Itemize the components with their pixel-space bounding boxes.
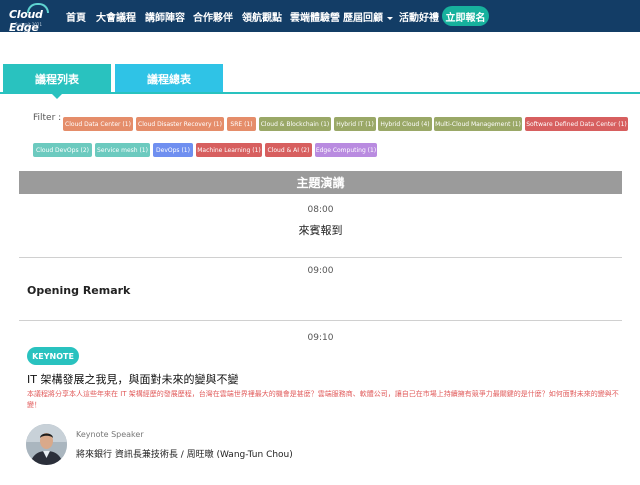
- logo-text: Cloud Edge: [9, 8, 43, 34]
- speaker-photo-icon: [26, 424, 67, 465]
- tab-session-summary[interactable]: 議程總表: [115, 64, 223, 93]
- nav-item-cloud-camp[interactable]: 雲端體驗營: [290, 9, 340, 24]
- speaker-name: 將來銀行 資訊長兼技術長 / 周旺暾 (Wang-Tun Chou): [76, 450, 293, 460]
- nav-item-insights[interactable]: 領航觀點: [242, 9, 282, 24]
- talk-title[interactable]: IT 架構發展之我見，與面對未來的變與不變: [27, 371, 238, 387]
- session-time: 08:00: [307, 205, 334, 215]
- filter-chip[interactable]: Service mesh (1): [95, 143, 150, 157]
- logo[interactable]: Cloud Edge Summit 2021: [9, 3, 57, 34]
- filter-chip[interactable]: Cloud & Blockchain (1): [259, 117, 331, 131]
- top-navbar: Cloud Edge Summit 2021 首頁 大會議程 講師陣容 合作夥伴…: [0, 0, 640, 34]
- filter-chip[interactable]: Hybrid IT (1): [334, 117, 376, 131]
- filter-chip[interactable]: Cloud & AI (2): [265, 143, 312, 157]
- filter-chip[interactable]: SRE (1): [227, 117, 256, 131]
- filter-chip[interactable]: Machine Learning (1): [196, 143, 262, 157]
- filter-chip[interactable]: Cloud DevOps (2): [33, 143, 92, 157]
- keynote-badge: KEYNOTE: [27, 347, 79, 365]
- session-title: Opening Remark: [27, 284, 131, 297]
- session-time: 09:10: [307, 333, 334, 343]
- tab-session-list[interactable]: 議程列表: [3, 64, 111, 99]
- talk-description: 本議程將分享本人這些年來在 IT 架構經歷的發展歷程，台灣在雲端世界裡最大的機會…: [27, 390, 619, 409]
- nav-item-agenda[interactable]: 大會議程: [96, 9, 136, 24]
- filter-chip[interactable]: DevOps (1): [153, 143, 193, 157]
- session-divider: [19, 257, 622, 258]
- nav-item-partners[interactable]: 合作夥伴: [193, 9, 233, 24]
- speaker-role: Keynote Speaker: [76, 430, 144, 439]
- filter-label: Filter :: [33, 113, 62, 123]
- tab-underline: [0, 92, 640, 94]
- filter-chip[interactable]: Software Defined Data Center (1): [525, 117, 628, 131]
- nav-item-gifts[interactable]: 活動好禮: [399, 9, 439, 24]
- session-divider: [19, 320, 622, 321]
- nav-item-speakers[interactable]: 講師陣容: [145, 9, 185, 24]
- logo-subtext: Summit 2021: [15, 22, 42, 27]
- register-button[interactable]: 立即報名: [442, 6, 489, 26]
- section-header: 主題演講: [19, 171, 622, 194]
- session-time: 09:00: [307, 266, 334, 276]
- filter-chip[interactable]: Edge Computing (1): [315, 143, 377, 157]
- nav-item-past-events[interactable]: 歷屆回顧: [343, 9, 393, 24]
- filter-chip[interactable]: Hybrid Cloud (4): [378, 117, 432, 131]
- caret-down-icon: [387, 16, 393, 20]
- filter-chip[interactable]: Multi-Cloud Management (1): [434, 117, 522, 131]
- speaker-avatar[interactable]: [26, 424, 67, 465]
- filter-chip[interactable]: Cloud Data Center (1): [63, 117, 133, 131]
- filter-chip[interactable]: Cloud Disaster Recovery (1): [136, 117, 224, 131]
- nav-item-past-events-label: 歷屆回顧: [343, 13, 383, 24]
- nav-item-home[interactable]: 首頁: [66, 9, 86, 24]
- session-title: 來賓報到: [298, 224, 343, 237]
